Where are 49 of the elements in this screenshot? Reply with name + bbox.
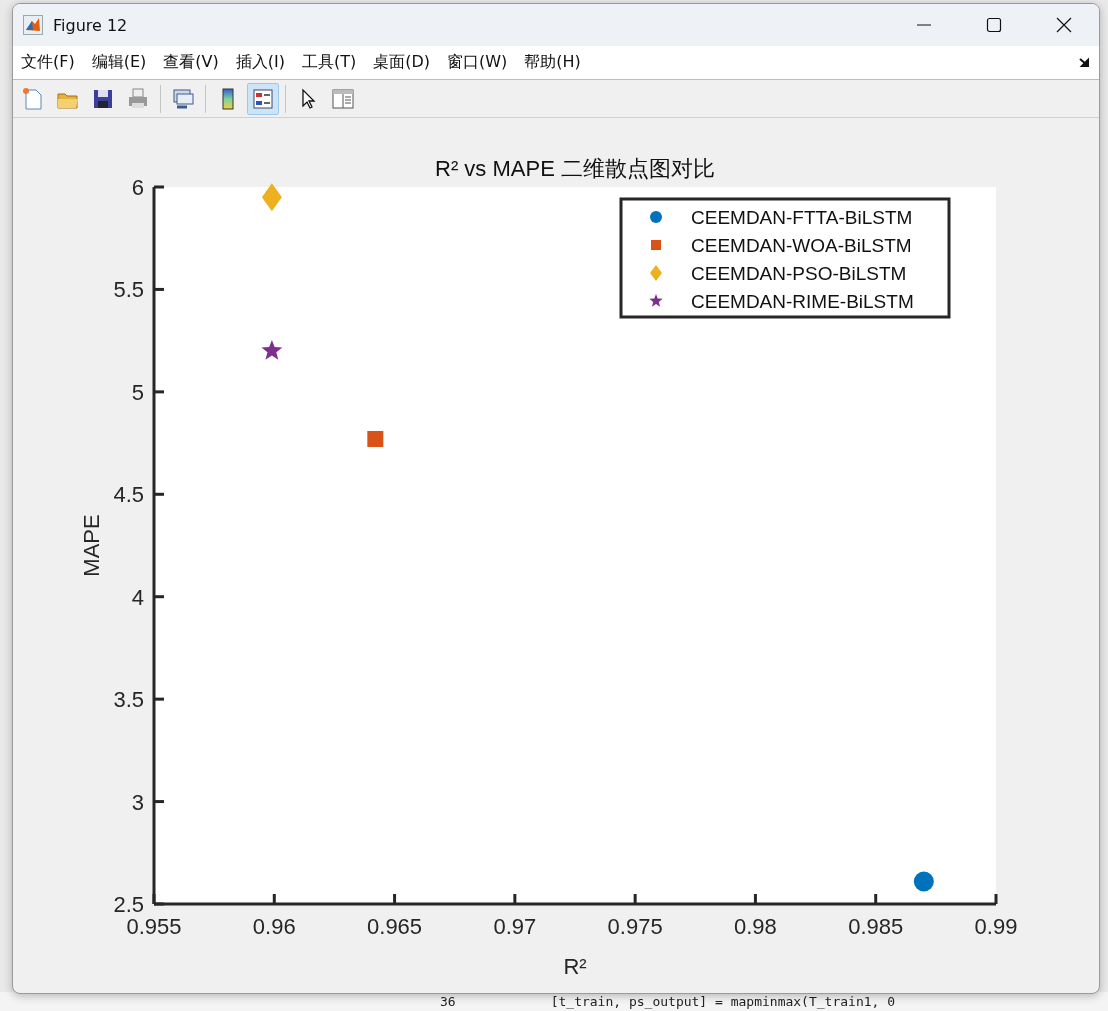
menu-item[interactable]: 编辑(E) [91, 52, 147, 73]
menu-item[interactable]: 查看(V) [163, 52, 219, 73]
menu-item[interactable]: 工具(T) [301, 52, 357, 73]
x-tick-label: 0.955 [126, 914, 182, 939]
code-line: [t_train, ps_output] = mapminmax(T_train1, 0 [550, 994, 896, 1009]
y-tick-label: 5.5 [113, 277, 144, 303]
menu-item[interactable]: 插入(I) [235, 52, 285, 73]
chart-title: R² vs MAPE 二维散点图对比 [435, 156, 715, 181]
x-tick-label: 0.99 [974, 914, 1018, 939]
x-axis-label: R² [563, 954, 587, 979]
app-icon [23, 15, 43, 35]
line-number: 36 [440, 994, 456, 1009]
x-tick-label: 0.97 [493, 914, 537, 939]
dock-arrow-icon[interactable] [1079, 56, 1091, 69]
legend-marker [650, 211, 662, 223]
minimize-icon [917, 24, 931, 26]
legend-marker [651, 240, 661, 250]
y-tick-label: 6 [131, 175, 144, 200]
printer-icon [126, 86, 150, 111]
legend-label: CEEMDAN-RIME-BiLSTM [691, 291, 914, 312]
y-tick-label: 2.5 [113, 892, 144, 917]
new-file-icon [21, 86, 45, 111]
x-tick-label: 0.96 [252, 914, 296, 939]
legend-marker [650, 265, 662, 281]
legend-label: CEEMDAN-WOA-BiLSTM [691, 235, 912, 256]
x-tick-label: 0.985 [848, 914, 904, 939]
menu-item[interactable]: 桌面(D) [373, 52, 430, 73]
y-axis-label: MAPE [79, 514, 104, 577]
y-tick-label: 5 [131, 379, 144, 405]
panel-icon [331, 86, 355, 111]
x-tick-label: 0.965 [367, 914, 423, 939]
linked-windows-icon [171, 86, 195, 111]
y-tick-label: 4 [131, 584, 144, 610]
menu-item[interactable]: 窗口(W) [447, 52, 508, 73]
x-tick-label: 0.98 [734, 914, 777, 939]
legend-tool-button[interactable] [247, 82, 279, 115]
menu-item[interactable]: 文件(F) [21, 52, 75, 73]
legend-label: CEEMDAN-PSO-BiLSTM [691, 263, 907, 284]
menu-item[interactable]: 帮助(H) [524, 52, 581, 73]
y-tick-label: 3 [131, 789, 144, 815]
maximize-icon [986, 17, 1002, 33]
legend-marker [649, 294, 663, 307]
close-icon [1056, 17, 1072, 33]
window-title: Figure 12 [53, 15, 128, 35]
y-tick-label: 3.5 [113, 687, 144, 713]
legend-icon [251, 86, 275, 111]
y-tick-label: 4.5 [113, 482, 144, 508]
legend-label: CEEMDAN-FTTA-BiLSTM [691, 207, 913, 228]
x-tick-label: 0.975 [607, 914, 663, 939]
